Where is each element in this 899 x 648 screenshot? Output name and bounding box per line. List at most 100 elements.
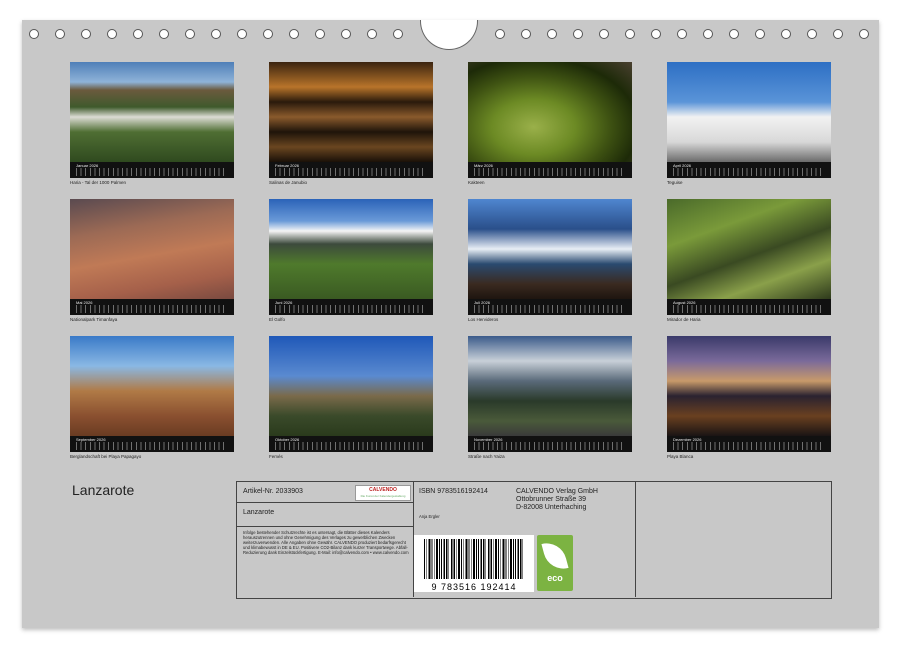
day-grid [474,442,626,450]
month-photo [269,336,433,436]
eco-badge: eco [537,535,573,591]
eco-label: eco [547,573,563,583]
month-tile: Juli 2026 Los Hervideros [468,199,632,322]
day-grid [673,305,825,313]
binding-ring [625,29,635,39]
month-photo [70,62,234,162]
binding-ring [729,29,739,39]
day-grid [474,168,626,176]
month-calendar-strip: Mai 2026 [70,299,234,315]
binding-ring [521,29,531,39]
binding-ring [237,29,247,39]
binding-ring [55,29,65,39]
article-number: Artikel-Nr. 2033903 [243,488,303,495]
binding-ring [393,29,403,39]
binding-ring [159,29,169,39]
binding-ring [547,29,557,39]
binding-ring [185,29,195,39]
month-calendar-strip: Februar 2026 [269,162,433,178]
binding-ring [651,29,661,39]
month-photo [468,62,632,162]
binding-ring [107,29,117,39]
month-tile: November 2026 Straße nach Yaiza [468,336,632,459]
day-grid [76,168,228,176]
month-calendar-strip: Dezember 2026 [667,436,831,452]
day-grid [76,305,228,313]
photo-caption: Haria - Tal der 1000 Palmen [70,180,126,185]
day-grid [673,168,825,176]
binding-ring [341,29,351,39]
day-grid [275,168,427,176]
publisher-street: Ottobrunner Straße 39 [516,496,587,503]
month-tile: Mai 2026 Nationalpark Timanfaya [70,199,234,322]
binding-ring [263,29,273,39]
photo-caption: Nationalpark Timanfaya [70,317,118,322]
calvendo-logo: CALVENDO Die Kunst der Kalendergestaltung [355,485,411,501]
month-calendar-strip: Oktober 2026 [269,436,433,452]
month-photo [468,199,632,299]
barcode: 9 783516 192414 [414,535,534,592]
month-photo [468,336,632,436]
day-grid [275,442,427,450]
month-calendar-strip: September 2026 [70,436,234,452]
month-photo [667,62,831,162]
binding-ring [367,29,377,39]
binding-ring [755,29,765,39]
author: Anja Ergler [419,514,440,519]
day-grid [275,305,427,313]
binding-ring [859,29,869,39]
barcode-number: 9 783516 192414 [414,582,534,592]
month-photo [70,336,234,436]
binding-ring [573,29,583,39]
binding-ring [495,29,505,39]
month-tile: März 2026 Kakteen [468,62,632,185]
month-tile: Februar 2026 Salinas de Janubio [269,62,433,185]
month-calendar-strip: März 2026 [468,162,632,178]
binding-ring [289,29,299,39]
publisher-city: D-82008 Unterhaching [516,504,587,511]
day-grid [673,442,825,450]
article-column: Artikel-Nr. 2033903 CALVENDO Die Kunst de… [237,482,414,597]
photo-caption: El Golfo [269,317,286,322]
photo-caption: Straße nach Yaiza [468,454,505,459]
month-tile: Oktober 2026 Femés [269,336,433,459]
calendar-title: Lanzarote [72,482,135,498]
photo-caption: Playa Blanca [667,454,694,459]
divider [237,526,413,527]
barcode-column [635,482,831,597]
photo-caption: Mirador de Haria [667,317,701,322]
photo-caption: Teguise [667,180,683,185]
photo-caption: Salinas de Janubio [269,180,308,185]
month-photo [269,62,433,162]
month-calendar-strip: Januar 2026 [70,162,234,178]
leaf-icon [541,538,569,574]
month-tile: September 2026 Berglandschaft bei Playa P… [70,336,234,459]
day-grid [474,305,626,313]
binding-ring [807,29,817,39]
month-calendar-strip: Juli 2026 [468,299,632,315]
logo-subtitle: Die Kunst der Kalendergestaltung [360,494,406,498]
binding-ring [81,29,91,39]
month-calendar-strip: November 2026 [468,436,632,452]
month-tile: Juni 2026 El Golfo [269,199,433,322]
photo-caption: Berglandschaft bei Playa Papagayo [70,454,142,459]
day-grid [76,442,228,450]
isbn: ISBN 9783516192414 [419,488,488,495]
photo-caption: Kakteen [468,180,485,185]
month-photo [667,336,831,436]
month-tile: April 2026 Teguise [667,62,831,185]
photo-caption: Los Hervideros [468,317,499,322]
month-tile: Dezember 2026 Playa Blanca [667,336,831,459]
publisher-name: CALVENDO Verlag GmbH [516,488,598,495]
month-photo [269,199,433,299]
divider [237,502,413,503]
month-calendar-strip: April 2026 [667,162,831,178]
binding-ring [29,29,39,39]
binding-ring [599,29,609,39]
month-calendar-strip: Juni 2026 [269,299,433,315]
binding-ring [781,29,791,39]
binding-ring [315,29,325,39]
binding-ring [211,29,221,39]
product-title: Lanzarote [243,509,275,516]
month-photo [70,199,234,299]
